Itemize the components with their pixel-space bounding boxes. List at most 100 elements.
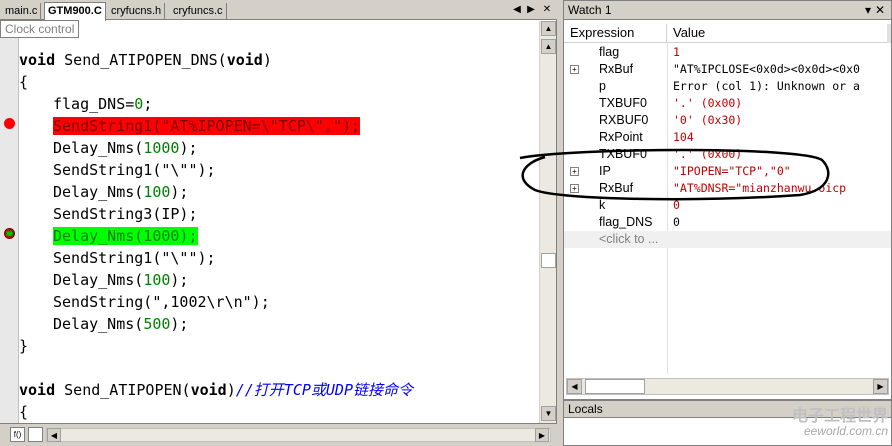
scroll-right-icon[interactable]: ▶	[873, 379, 888, 394]
tab-cryfuncs-c[interactable]: cryfuncs.c	[170, 3, 227, 20]
code-line-text: {	[19, 403, 29, 421]
scroll-thumb[interactable]	[585, 379, 645, 394]
expand-icon[interactable]: +	[570, 65, 579, 74]
code-line[interactable]: {	[19, 401, 28, 423]
code-line-text: SendString(",1002\r\n");	[53, 293, 270, 311]
editor-vertical-scrollbar[interactable]: ▲ ▲ ▼	[539, 21, 556, 423]
watch-expression: k	[599, 198, 606, 212]
editor-hscroll-track[interactable]: ◀ ▶	[46, 428, 551, 442]
watch-horizontal-scrollbar[interactable]: ◀ ▶	[566, 378, 889, 395]
watch-expression: TXBUF0	[599, 96, 647, 110]
code-area[interactable]: void Send_ATIPOPEN_DNS(void) { flag_DNS=0;…	[19, 21, 539, 423]
code-line[interactable]: SendString1("\"");	[53, 159, 216, 181]
code-line[interactable]: SendString(",1002\r\n");	[53, 291, 270, 313]
scroll-up-icon[interactable]: ▲	[541, 21, 556, 36]
watch-row[interactable]: <click to ...	[564, 231, 891, 248]
code-line[interactable]: void Send_ATIPOPEN_DNS(void)	[19, 49, 272, 71]
code-line[interactable]: {	[19, 71, 28, 93]
watch-row[interactable]: TXBUF0 '.' (0x00)	[564, 146, 891, 163]
tab-scroll-right-icon[interactable]: ▶	[524, 3, 538, 17]
tab-scroll-left-icon[interactable]: ◀	[510, 3, 524, 17]
code-line-text: void Send_ATIPOPEN(void)//打开TCP或UDP链接命令	[19, 381, 413, 399]
current-line-arrow-icon[interactable]	[4, 228, 15, 239]
watch-expression[interactable]: <click to ...	[599, 231, 658, 248]
expand-icon[interactable]: +	[570, 184, 579, 193]
code-line-text: Delay_Nms(1000);	[53, 227, 198, 245]
code-line[interactable]: SendString1("AT%IPOPEN=\"TCP\",");	[53, 115, 361, 137]
watch-row[interactable]: RxPoint 104	[564, 129, 891, 146]
watch-expression: TXBUF0	[599, 147, 647, 161]
watch-value: Error (col 1): Unknown or a	[673, 79, 860, 93]
editor-tab-bar: main.c GTM900.C cryfucns.h cryfuncs.c ◀ …	[0, 0, 557, 21]
watch-row[interactable]: k0	[564, 197, 891, 214]
code-line-text: SendString1("AT%IPOPEN=\"TCP\",");	[53, 117, 361, 135]
toggle-icon[interactable]	[28, 427, 43, 442]
watch-row[interactable]: p Error (col 1): Unknown or a	[564, 78, 891, 95]
code-line[interactable]: Delay_Nms(1000);	[53, 225, 198, 247]
watch-expression: RXBUF0	[599, 113, 649, 127]
editor-pane: main.c GTM900.C cryfucns.h cryfuncs.c ◀ …	[0, 0, 557, 446]
watch-table: flag 1 + RxBuf "AT%IPCLOSE<0x0d><0x0d><0x0 p E…	[564, 44, 891, 374]
expand-icon[interactable]: +	[570, 167, 579, 176]
scroll-right-icon[interactable]: ▶	[535, 428, 549, 442]
watch-expression: flag	[599, 45, 620, 59]
tooltip: Clock control	[0, 20, 80, 38]
tab-cryfucns-h[interactable]: cryfucns.h	[108, 3, 166, 20]
code-line-text: SendString1("\"");	[53, 249, 216, 267]
code-line-text: SendString3(IP);	[53, 205, 198, 223]
breakpoint-icon[interactable]	[4, 118, 15, 129]
close-icon[interactable]: ✕	[875, 1, 885, 20]
watch-value: "AT%IPCLOSE<0x0d><0x0d><0x0	[673, 62, 860, 76]
column-expression[interactable]: Expression	[564, 24, 667, 43]
watch-window: Watch 1 ▾ ✕ Expression Value flag 1 + RxBuf…	[563, 0, 892, 400]
code-line[interactable]: SendString1("\"");	[53, 247, 216, 269]
tab-gtm900-c[interactable]: GTM900.C	[44, 2, 106, 21]
close-icon[interactable]: ✕	[540, 3, 554, 17]
editor-gutter[interactable]	[0, 21, 19, 423]
watch-value: "IPOPEN="TCP","0"	[673, 164, 791, 178]
code-line[interactable]: }	[19, 335, 28, 357]
code-line-text: SendString1("\"");	[53, 161, 216, 179]
scroll-thumb[interactable]	[541, 253, 556, 268]
scroll-up-small-icon[interactable]: ▲	[541, 39, 556, 54]
watch-expression: RxBuf	[599, 181, 634, 195]
function-icon[interactable]: f()	[10, 427, 25, 442]
watch-value: '.' (0x00)	[673, 147, 743, 161]
scroll-left-icon[interactable]: ◀	[567, 379, 582, 394]
watch-title: Watch 1 ▾ ✕	[564, 1, 891, 20]
watch-header: Expression Value	[564, 24, 891, 43]
code-line[interactable]: SendString3(IP);	[53, 203, 198, 225]
watermark-main: 电子工程世界	[791, 408, 888, 425]
code-line-text: Delay_Nms(1000);	[53, 139, 198, 157]
watch-value: '.' (0x00)	[673, 96, 743, 110]
scroll-down-icon[interactable]: ▼	[541, 406, 556, 421]
watch-row[interactable]: flag_DNS 0	[564, 214, 891, 231]
watch-row[interactable]: + IP "IPOPEN="TCP","0"	[564, 163, 891, 180]
watch-expression: IP	[599, 164, 611, 178]
watch-row[interactable]: TXBUF0 '.' (0x00)	[564, 95, 891, 112]
pin-icon[interactable]: ▾	[865, 1, 871, 20]
tab-main-c[interactable]: main.c	[2, 3, 42, 20]
watch-row[interactable]: RXBUF0 '0' (0x30)	[564, 112, 891, 129]
code-line-text: void Send_ATIPOPEN_DNS(void)	[19, 51, 272, 69]
code-line[interactable]: Delay_Nms(100);	[53, 269, 188, 291]
code-line[interactable]: flag_DNS=0;	[53, 93, 152, 115]
code-line[interactable]: Delay_Nms(500);	[53, 313, 188, 335]
code-line-text: Delay_Nms(500);	[53, 315, 189, 333]
column-value[interactable]: Value	[667, 24, 887, 43]
watch-expression: p	[599, 79, 606, 93]
code-line[interactable]: Delay_Nms(100);	[53, 181, 188, 203]
watch-value: 104	[673, 130, 694, 144]
watch-expression: RxPoint	[599, 130, 643, 144]
watch-row[interactable]: + RxBuf "AT%IPCLOSE<0x0d><0x0d><0x0	[564, 61, 891, 78]
code-line-text: }	[19, 337, 29, 355]
watch-expression: RxBuf	[599, 62, 634, 76]
code-line[interactable]: Delay_Nms(1000);	[53, 137, 198, 159]
header-edge	[887, 24, 891, 43]
scroll-left-icon[interactable]: ◀	[47, 428, 61, 442]
watch-value: '0' (0x30)	[673, 113, 743, 127]
watch-row[interactable]: flag 1	[564, 44, 891, 61]
watch-row[interactable]: + RxBuf "AT%DNSR="mianzhanwu.oicp	[564, 180, 891, 197]
code-line[interactable]: void Send_ATIPOPEN(void)//打开TCP或UDP链接命令	[19, 379, 413, 401]
watermark-sub: eeworld.com.cn	[803, 424, 888, 438]
